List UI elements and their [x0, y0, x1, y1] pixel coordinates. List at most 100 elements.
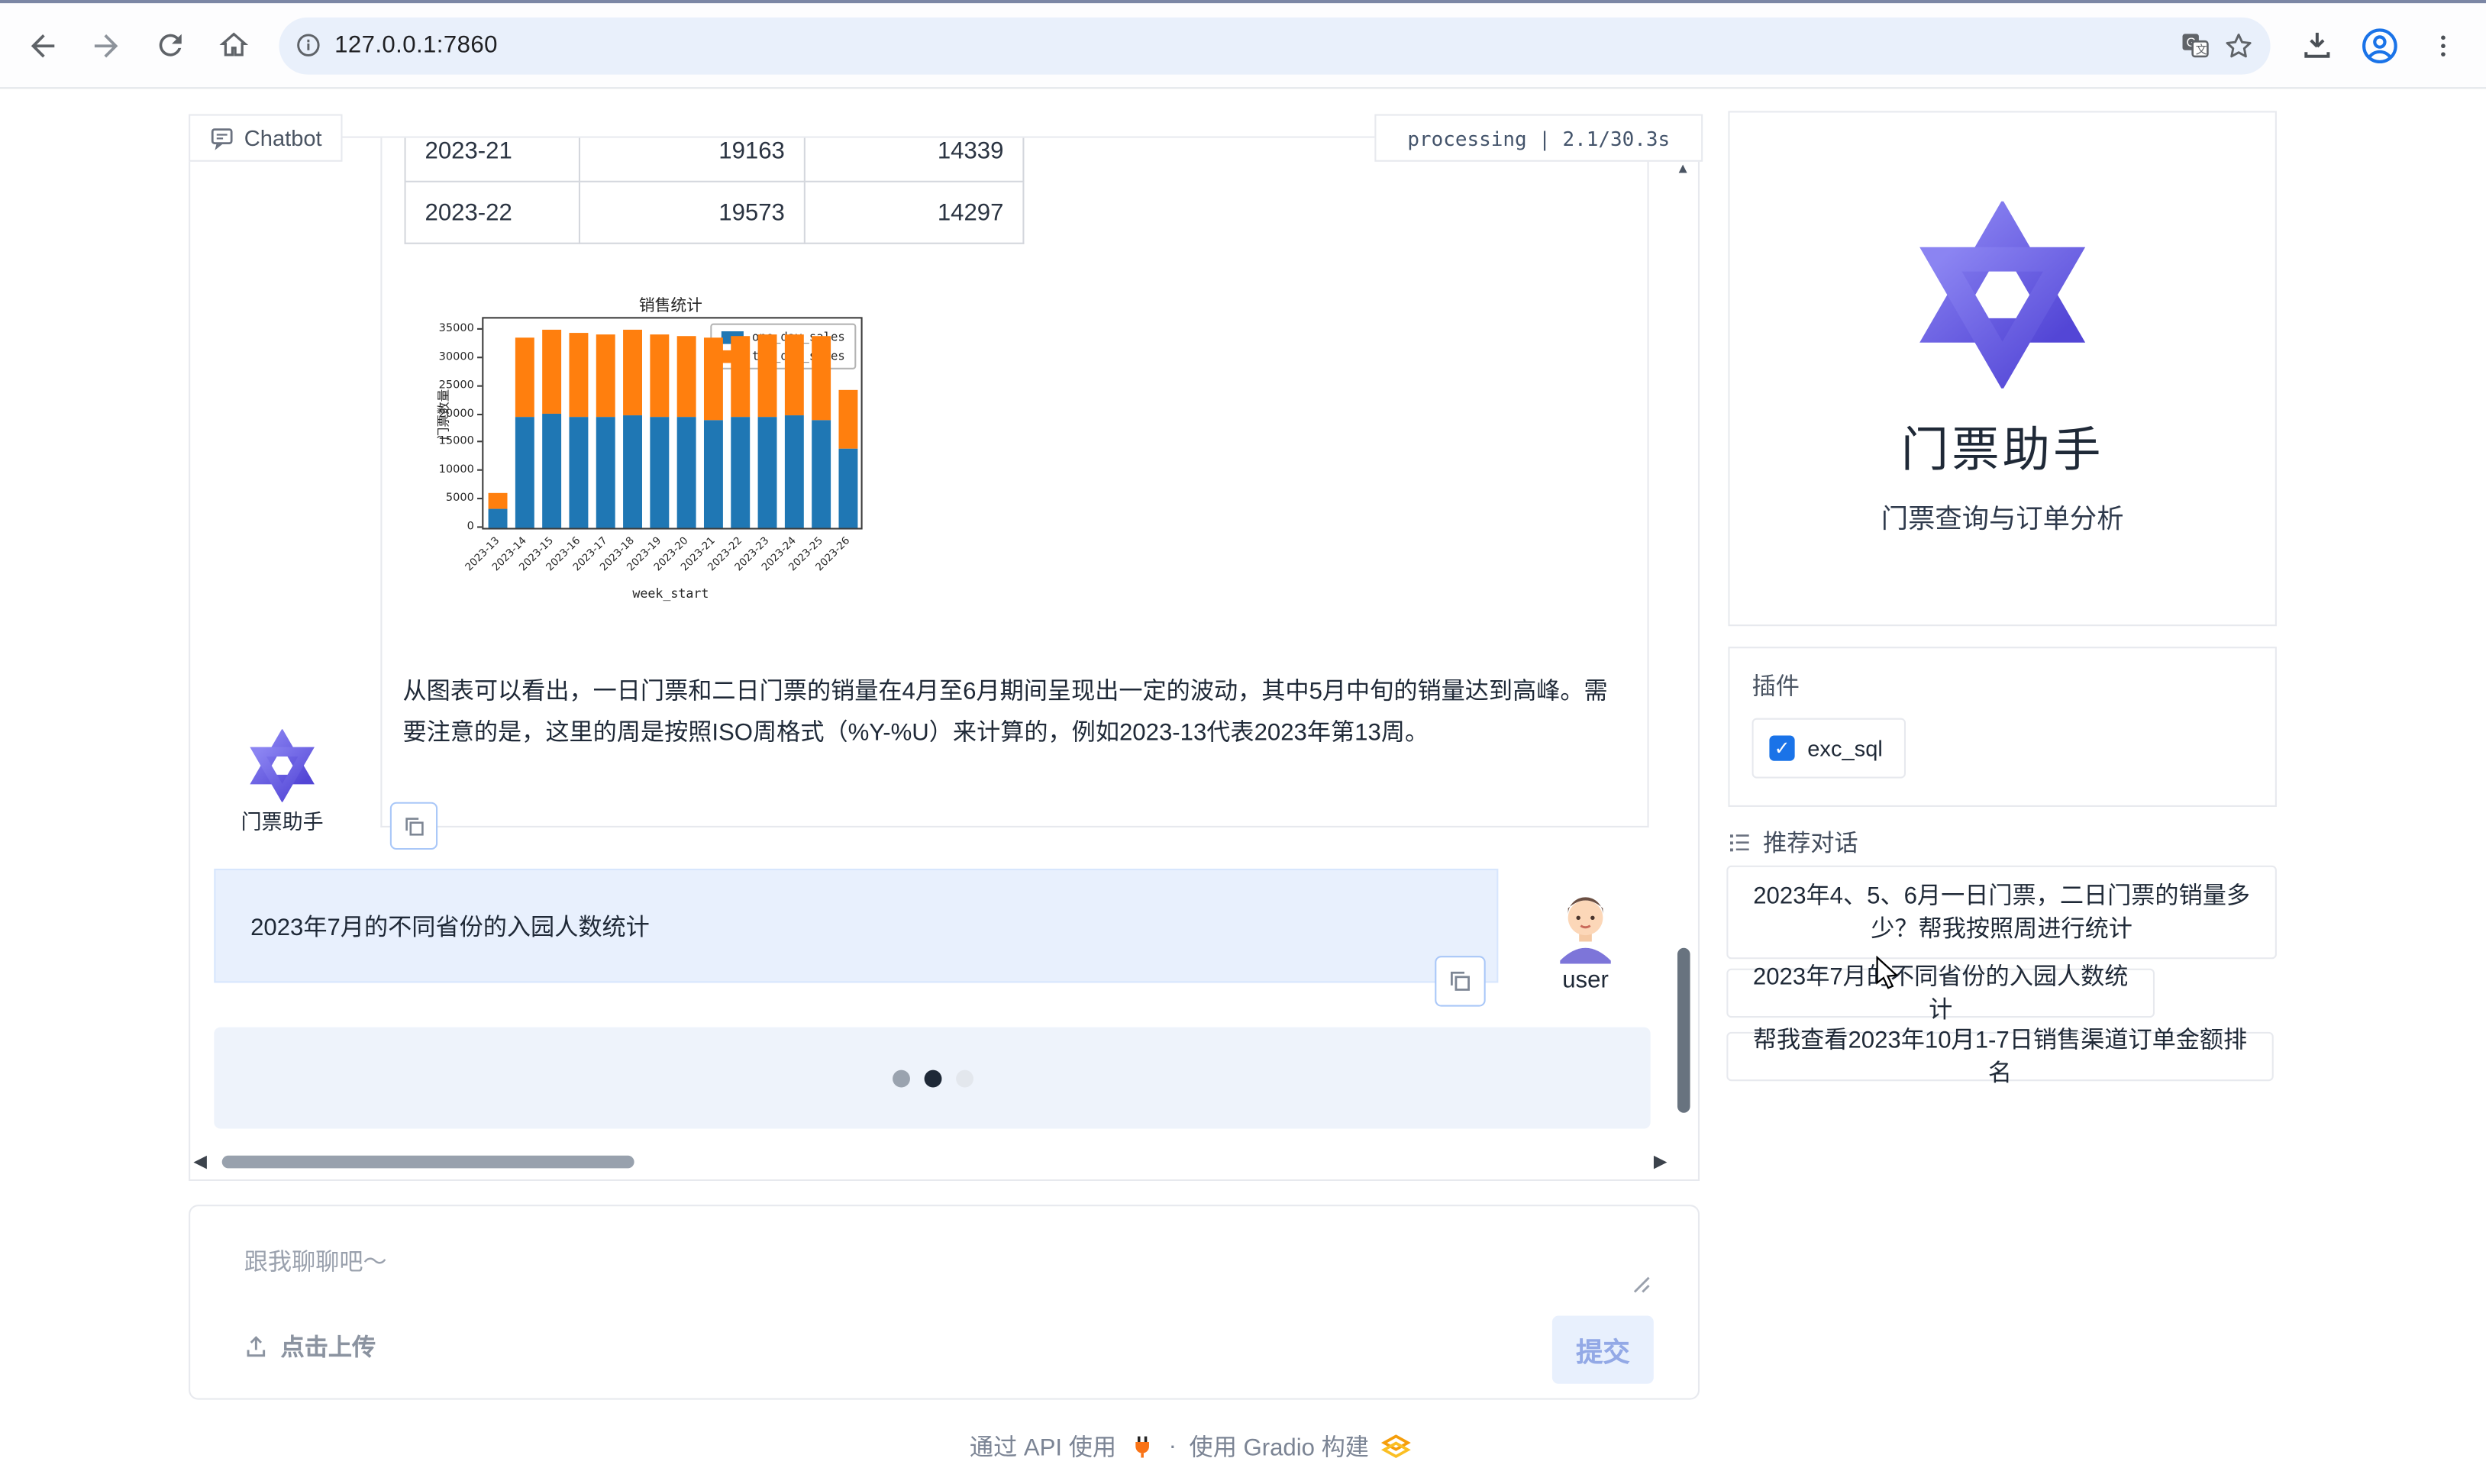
- table-row: 2023-221957314297: [405, 182, 1024, 244]
- bar-two_day_sales-2023-26: [838, 390, 857, 448]
- user-avatar: user: [1541, 888, 1629, 994]
- bar-two_day_sales-2023-22: [730, 337, 749, 418]
- y-tick-label: 35000: [421, 322, 474, 335]
- y-tick-mark: [477, 413, 482, 415]
- forward-icon[interactable]: [79, 18, 134, 73]
- plug-icon: [1129, 1433, 1156, 1460]
- bar-one_day_sales-2023-23: [757, 418, 776, 527]
- table-cell: 2023-21: [405, 138, 580, 182]
- footer-gradio-link[interactable]: 使用 Gradio 构建: [1190, 1430, 1369, 1463]
- submit-button[interactable]: 提交: [1552, 1316, 1654, 1384]
- bar-two_day_sales-2023-13: [488, 493, 507, 508]
- bot-avatar-name: 门票助手: [231, 805, 333, 835]
- plugins-card: 插件 ✓ exc_sql: [1728, 647, 2276, 807]
- copy-bot-message-button[interactable]: [390, 802, 437, 850]
- sales-table: 2023-2119163143392023-221957314297: [405, 138, 1025, 244]
- translate-icon[interactable]: G文: [2180, 30, 2210, 60]
- download-icon[interactable]: [2290, 18, 2344, 73]
- message-input-panel: 跟我聊聊吧～ 点击上传 提交: [189, 1205, 1700, 1399]
- y-tick-label: 25000: [421, 379, 474, 392]
- bar-two_day_sales-2023-16: [568, 333, 587, 418]
- table-cell: 19573: [580, 182, 805, 244]
- site-info-icon[interactable]: [295, 32, 321, 59]
- home-icon[interactable]: [206, 18, 260, 73]
- gradio-logo-icon: [1382, 1434, 1412, 1458]
- reload-icon[interactable]: [143, 18, 197, 73]
- suggestion-button-1[interactable]: 2023年4、5、6月一日门票，二日门票的销量多少？帮我按照周进行统计: [1726, 866, 2277, 960]
- url-bar[interactable]: 127.0.0.1:7860 G文: [279, 17, 2270, 74]
- upload-button[interactable]: 点击上传: [243, 1330, 376, 1363]
- back-icon[interactable]: [16, 18, 70, 73]
- copy-icon: [402, 814, 425, 837]
- bar-one_day_sales-2023-22: [730, 417, 749, 527]
- status-timer: processing | 2.1/30.3s: [1374, 115, 1703, 162]
- footer-divider: ·: [1169, 1433, 1177, 1460]
- y-tick-mark: [477, 498, 482, 499]
- profile-icon[interactable]: [2353, 18, 2407, 73]
- textarea-resize-handle[interactable]: [1633, 1276, 1651, 1294]
- bar-one_day_sales-2023-17: [596, 417, 615, 527]
- upload-label: 点击上传: [281, 1330, 376, 1363]
- sales-chart: 销售统计 门票数量 one_day_salestwo_day_sales wee…: [421, 292, 865, 608]
- upload-icon: [243, 1333, 270, 1360]
- y-tick-label: 10000: [421, 463, 474, 476]
- user-message: 2023年7月的不同省份的入园人数统计: [214, 869, 1498, 983]
- bar-one_day_sales-2023-16: [568, 418, 587, 527]
- bar-one_day_sales-2023-25: [811, 420, 830, 527]
- horizontal-scrollbar-thumb[interactable]: [222, 1156, 634, 1169]
- footer: 通过 API 使用 · 使用 Gradio 构建: [0, 1430, 2381, 1463]
- app-logo-icon: [1909, 202, 2096, 389]
- footer-api-link[interactable]: 通过 API 使用: [970, 1430, 1116, 1463]
- bar-two_day_sales-2023-18: [622, 329, 641, 415]
- suggestion-button-3[interactable]: 帮我查看2023年10月1-7日销售渠道订单金额排名: [1726, 1032, 2273, 1081]
- user-avatar-name: user: [1541, 967, 1629, 994]
- bar-two_day_sales-2023-20: [676, 336, 696, 417]
- plugin-exc-sql[interactable]: ✓ exc_sql: [1752, 718, 1906, 779]
- y-tick-mark: [477, 356, 482, 358]
- y-tick-label: 0: [421, 520, 474, 533]
- hscroll-left-arrow[interactable]: ◀: [193, 1149, 207, 1174]
- app-subtitle: 门票查询与订单分析: [1729, 496, 2275, 536]
- bar-one_day_sales-2023-21: [703, 420, 722, 528]
- brand-card: 门票助手 门票查询与订单分析: [1728, 111, 2276, 626]
- menu-dots-icon[interactable]: [2417, 18, 2471, 73]
- y-tick-mark: [477, 526, 482, 527]
- carousel-dot-active[interactable]: [924, 1069, 941, 1087]
- chart-title: 销售统计: [482, 292, 859, 315]
- suggestions-header: 推荐对话: [1728, 826, 1858, 860]
- bar-one_day_sales-2023-13: [488, 508, 507, 528]
- y-tick-label: 15000: [421, 435, 474, 448]
- bar-two_day_sales-2023-25: [811, 337, 830, 420]
- bookmark-star-icon[interactable]: [2223, 29, 2255, 61]
- bar-two_day_sales-2023-21: [703, 338, 722, 419]
- carousel-dot-idle[interactable]: [955, 1069, 973, 1087]
- bar-one_day_sales-2023-20: [676, 417, 696, 528]
- vertical-scrollbar-thumb[interactable]: [1677, 948, 1690, 1113]
- y-tick-label: 20000: [421, 407, 474, 420]
- y-tick-mark: [477, 469, 482, 471]
- bar-one_day_sales-2023-24: [784, 416, 803, 528]
- url-text[interactable]: 127.0.0.1:7860: [334, 32, 498, 59]
- carousel-dot-seen[interactable]: [892, 1069, 909, 1087]
- bar-one_day_sales-2023-14: [515, 418, 534, 527]
- copy-user-message-button[interactable]: [1435, 956, 1485, 1006]
- plugins-title: 插件: [1752, 669, 2275, 702]
- vscroll-up-arrow[interactable]: ▲: [1676, 160, 1690, 176]
- bar-two_day_sales-2023-17: [596, 335, 615, 417]
- suggestion-button-2[interactable]: 2023年7月的不同省份的入园人数统计: [1726, 969, 2155, 1018]
- screen: 127.0.0.1:7860 G文 Chatbot processing | 2…: [0, 0, 2486, 1484]
- user-avatar-icon: [1548, 888, 1624, 964]
- chatbot-label: Chatbot: [189, 115, 343, 162]
- plugin-checkbox[interactable]: ✓: [1769, 736, 1794, 761]
- bar-two_day_sales-2023-24: [784, 334, 803, 416]
- list-icon: [1728, 831, 1752, 854]
- table-cell: 14297: [805, 182, 1024, 244]
- table-row: 2023-211916314339: [405, 138, 1024, 182]
- bar-one_day_sales-2023-26: [838, 448, 857, 527]
- status-timer-text: processing | 2.1/30.3s: [1407, 126, 1670, 150]
- message-input[interactable]: 跟我聊聊吧～: [244, 1244, 387, 1278]
- hscroll-right-arrow[interactable]: ▶: [1654, 1149, 1668, 1174]
- bot-logo-icon: [246, 729, 319, 802]
- plugin-name: exc_sql: [1807, 736, 1883, 761]
- sales-table-body: 2023-2119163143392023-221957314297: [405, 138, 1024, 244]
